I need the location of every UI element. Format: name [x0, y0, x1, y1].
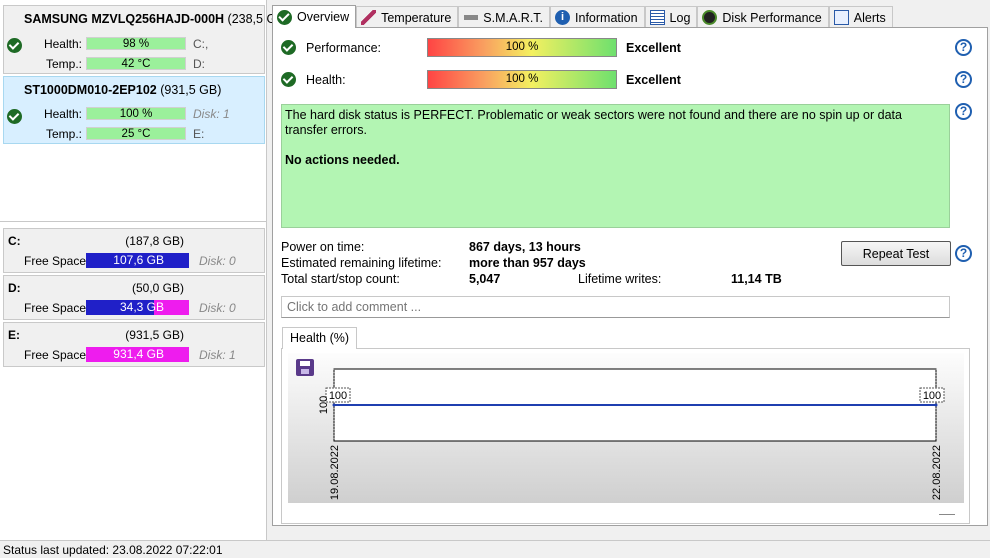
volume-card-d[interactable]: D: (50,0 GB) Free Space 34,3 GB Disk: 0: [3, 275, 265, 320]
volume-capacity: (50,0 GB): [131, 281, 184, 295]
disk-card-samsung[interactable]: SAMSUNG MZVLQ256HAJD-000H (238,5 GB) Hea…: [3, 5, 289, 74]
temp-label: Temp.:: [45, 57, 82, 71]
ok-check-icon: [281, 40, 296, 55]
tab-disk-performance[interactable]: Disk Performance: [697, 6, 829, 28]
data-label: 100: [329, 390, 347, 402]
performance-label: Performance:: [306, 41, 382, 55]
volume-disk-note: Disk: 0: [199, 301, 236, 315]
tab-overview[interactable]: Overview: [272, 5, 357, 28]
help-icon[interactable]: ?: [955, 103, 972, 120]
volume-disk-note: Disk: 1: [199, 348, 236, 362]
speedometer-icon: [702, 10, 718, 25]
drive-icon: [463, 10, 479, 25]
tab-health-chart[interactable]: Health (%): [282, 327, 358, 349]
disk-volumes-note: E:: [193, 127, 205, 141]
health-label: Health:: [306, 73, 346, 87]
x-tick-label: 22.08.2022: [931, 445, 943, 500]
volume-letter: D:: [8, 281, 21, 295]
x-tick-label: 19.08.2022: [329, 445, 341, 500]
disk-title: ST1000DM010-2EP102 (931,5 GB): [24, 83, 222, 97]
tab-temperature[interactable]: Temperature: [356, 6, 459, 28]
free-space-bar: 107,6 GB: [86, 253, 189, 268]
info-icon: i: [555, 10, 571, 25]
status-text: The hard disk status is PERFECT. Problem…: [285, 108, 902, 137]
free-space-bar: 34,3 GB: [86, 300, 189, 315]
performance-bar: 100 %: [427, 38, 617, 57]
free-space-label: Free Space: [24, 254, 87, 268]
tab-smart[interactable]: S.M.A.R.T.: [458, 6, 551, 28]
divider: [0, 221, 266, 222]
volume-capacity: (931,5 GB): [125, 328, 184, 342]
chart-area: 100 100 100 19.08.2022 22.08.2022: [288, 353, 964, 515]
health-chart: 100 10010019.08.2022 22.08.2022: [318, 368, 945, 500]
lifetime-label: Estimated remaining lifetime:: [281, 256, 442, 270]
ok-check-icon: [7, 38, 22, 53]
temp-bar: 25 °C: [86, 127, 186, 140]
status-action: No actions needed.: [285, 153, 400, 167]
status-bar: Status last updated: 23.08.2022 07:22:01: [0, 540, 990, 558]
data-point: [332, 403, 336, 407]
health-grade: Excellent: [626, 73, 681, 87]
tab-alerts[interactable]: Alerts: [828, 6, 893, 28]
check-circle-icon: [277, 9, 292, 25]
volume-card-c[interactable]: C: (187,8 GB) Free Space 107,6 GB Disk: …: [3, 228, 265, 273]
temp-label: Temp.:: [45, 127, 82, 141]
help-icon[interactable]: ?: [955, 245, 972, 262]
temp-bar: 42 °C: [86, 57, 186, 70]
health-bar: 98 %: [86, 37, 186, 50]
volume-letter: E:: [8, 328, 20, 342]
writes-value: 11,14 TB: [731, 272, 782, 286]
tab-log[interactable]: Log: [644, 6, 698, 28]
help-icon[interactable]: ?: [955, 39, 972, 56]
status-message-box: The hard disk status is PERFECT. Problem…: [281, 104, 950, 228]
help-icon[interactable]: ?: [955, 71, 972, 88]
health-bar: 100 %: [86, 107, 186, 120]
health-label: Health:: [43, 107, 82, 121]
free-space-bar: 931,4 GB: [86, 347, 189, 362]
startstop-label: Total start/stop count:: [281, 272, 400, 286]
log-icon: [649, 10, 665, 25]
disk-volumes-note: D:: [193, 57, 205, 71]
disk-title: SAMSUNG MZVLQ256HAJD-000H (238,5 GB): [24, 12, 289, 26]
volume-letter: C:: [8, 234, 21, 248]
volume-card-e[interactable]: E: (931,5 GB) Free Space 931,4 GB Disk: …: [3, 322, 265, 367]
volume-capacity: (187,8 GB): [125, 234, 184, 248]
comment-input[interactable]: [281, 296, 950, 318]
chart-frame: 100 100 100 19.08.2022 22.08.2022: [281, 348, 970, 524]
overview-panel: Performance: 100 % Excellent ? Health: 1…: [272, 27, 988, 526]
data-label: 100: [923, 390, 941, 402]
health-label: Health:: [43, 37, 82, 51]
power-on-label: Power on time:: [281, 240, 365, 254]
startstop-value: 5,047: [469, 272, 501, 286]
repeat-test-button[interactable]: Repeat Test: [841, 241, 951, 266]
tab-information[interactable]: i Information: [550, 6, 645, 28]
volume-disk-note: Disk: 0: [199, 254, 236, 268]
health-bar: 100 %: [427, 70, 617, 89]
alerts-icon: [833, 10, 849, 25]
disk-number-note: Disk: 1: [193, 107, 230, 121]
lifetime-value: more than 957 days: [469, 256, 586, 270]
disk-card-seagate[interactable]: ST1000DM010-2EP102 (931,5 GB) Health: 10…: [3, 76, 265, 144]
free-space-label: Free Space: [24, 301, 87, 315]
data-point: [934, 403, 938, 407]
power-on-value: 867 days, 13 hours: [469, 240, 581, 254]
y-axis-label: 100: [318, 396, 330, 414]
disk-volumes-note: C:,: [193, 37, 209, 51]
writes-label: Lifetime writes:: [578, 272, 662, 286]
performance-grade: Excellent: [626, 41, 681, 55]
ok-check-icon: [7, 109, 22, 124]
ok-check-icon: [281, 72, 296, 87]
thermometer-icon: [361, 10, 377, 25]
main-tabs: Overview Temperature S.M.A.R.T. i Informa…: [272, 5, 893, 28]
free-space-label: Free Space: [24, 348, 87, 362]
disk-list-panel: SAMSUNG MZVLQ256HAJD-000H (238,5 GB) Hea…: [0, 0, 289, 540]
scroll-indicator: [939, 514, 955, 515]
